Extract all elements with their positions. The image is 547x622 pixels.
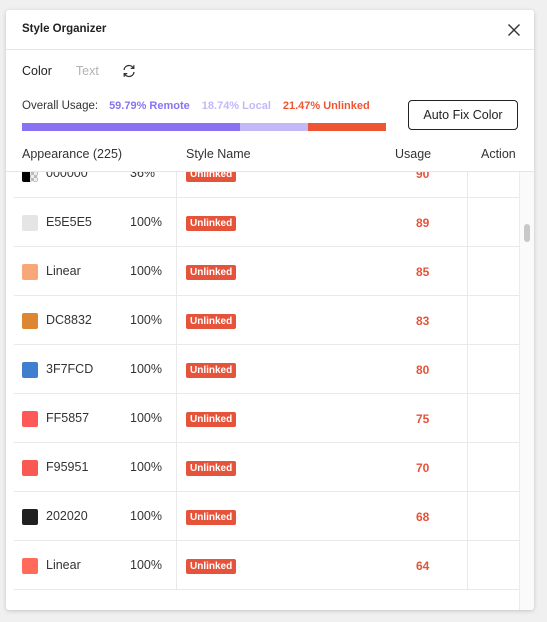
status-badge: Unlinked [186,314,237,329]
usage-count: 75 [416,412,430,426]
cell-divider [467,296,468,344]
color-swatch [22,215,38,231]
table-row[interactable]: E5E5E5 100% Unlinked 89 [14,198,519,247]
status-badge: Unlinked [186,412,237,427]
color-swatch [22,313,38,329]
tab-color[interactable]: Color [22,64,52,78]
table-row[interactable]: 000000 36% Unlinked 90 [14,172,519,198]
color-swatch [22,509,38,525]
style-opacity: 100% [130,460,162,474]
style-opacity: 100% [130,215,162,229]
usage-count: 89 [416,216,430,230]
cell-divider [467,345,468,393]
usage-label: Overall Usage: [22,100,99,112]
style-opacity: 36% [130,172,156,180]
style-opacity: 100% [130,362,162,376]
style-color-name: FF5857 [46,411,90,425]
refresh-icon[interactable] [121,63,137,79]
style-organizer-panel: Style Organizer Color Text Overall Usage… [6,10,534,610]
usage-count: 80 [416,363,430,377]
style-color-name: E5E5E5 [46,215,92,229]
usage-count: 90 [416,172,430,181]
color-swatch [22,558,38,574]
cell-divider [467,172,468,197]
table-row[interactable]: Linear 100% Unlinked 85 [14,247,519,296]
table-row[interactable]: F95951 100% Unlinked 70 [14,443,519,492]
table-row[interactable]: DC8832 100% Unlinked 83 [14,296,519,345]
table-row[interactable]: 202020 100% Unlinked 68 [14,492,519,541]
status-badge: Unlinked [186,363,237,378]
status-badge: Unlinked [186,172,237,182]
color-swatch [22,460,38,476]
cell-divider [467,247,468,295]
tab-text[interactable]: Text [76,64,99,78]
color-swatch [22,411,38,427]
color-swatch [22,362,38,378]
panel-header: Style Organizer [6,10,534,50]
usage-count: 70 [416,461,430,475]
table-row[interactable]: 3F7FCD 100% Unlinked 80 [14,345,519,394]
status-badge: Unlinked [186,559,237,574]
color-swatch [22,172,38,182]
cell-divider [176,247,177,295]
close-icon[interactable] [506,22,522,38]
style-list: 000000 36% Unlinked 90 E5E5E5 100% Unlinked 89 L… [6,172,519,610]
cell-divider [176,443,177,491]
style-color-name: 202020 [46,509,88,523]
style-color-name: 3F7FCD [46,362,94,376]
usage-count: 85 [416,265,430,279]
table-row[interactable]: FF5857 100% Unlinked 75 [14,394,519,443]
style-opacity: 100% [130,509,162,523]
usage-local: 18.74% Local [201,100,271,112]
style-opacity: 100% [130,411,162,425]
cell-divider [176,172,177,197]
usage-remote: 59.79% Remote [109,100,190,112]
style-color-name: Linear [46,264,81,278]
cell-divider [176,394,177,442]
usage-bar-remote [22,123,240,131]
status-badge: Unlinked [186,461,237,476]
auto-fix-color-button[interactable]: Auto Fix Color [408,100,518,130]
panel-title: Style Organizer [22,23,107,35]
status-badge: Unlinked [186,216,237,231]
usage-count: 64 [416,559,430,573]
status-badge: Unlinked [186,265,237,280]
cell-divider [467,198,468,246]
cell-divider [176,198,177,246]
overall-usage: Overall Usage: 59.79% Remote 18.74% Loca… [22,100,370,112]
cell-divider [467,443,468,491]
color-swatch [22,264,38,280]
style-color-name: 000000 [46,172,88,180]
cell-divider [467,394,468,442]
column-action[interactable]: Action [481,147,516,161]
style-color-name: Linear [46,558,81,572]
usage-unlinked: 21.47% Unlinked [282,100,370,112]
style-color-name: F95951 [46,460,89,474]
table-header: Appearance (225) Style Name Usage Action [6,143,534,172]
tab-bar: Color Text [22,63,137,79]
cell-divider [176,345,177,393]
usage-bar [22,123,386,131]
cell-divider [176,296,177,344]
usage-bar-unlinked [307,123,386,131]
column-usage[interactable]: Usage [395,147,431,161]
scrollbar-thumb[interactable] [524,224,530,242]
style-color-name: DC8832 [46,313,92,327]
usage-count: 83 [416,314,430,328]
cell-divider [176,541,177,589]
usage-bar-local [239,123,308,131]
column-style-name[interactable]: Style Name [186,147,251,161]
scrollbar[interactable] [519,172,534,610]
style-opacity: 100% [130,264,162,278]
usage-count: 68 [416,510,430,524]
table-row[interactable]: Linear 100% Unlinked 64 [14,541,519,590]
cell-divider [176,492,177,540]
cell-divider [467,492,468,540]
column-appearance[interactable]: Appearance (225) [22,147,122,161]
cell-divider [467,541,468,589]
status-badge: Unlinked [186,510,237,525]
style-opacity: 100% [130,313,162,327]
style-opacity: 100% [130,558,162,572]
